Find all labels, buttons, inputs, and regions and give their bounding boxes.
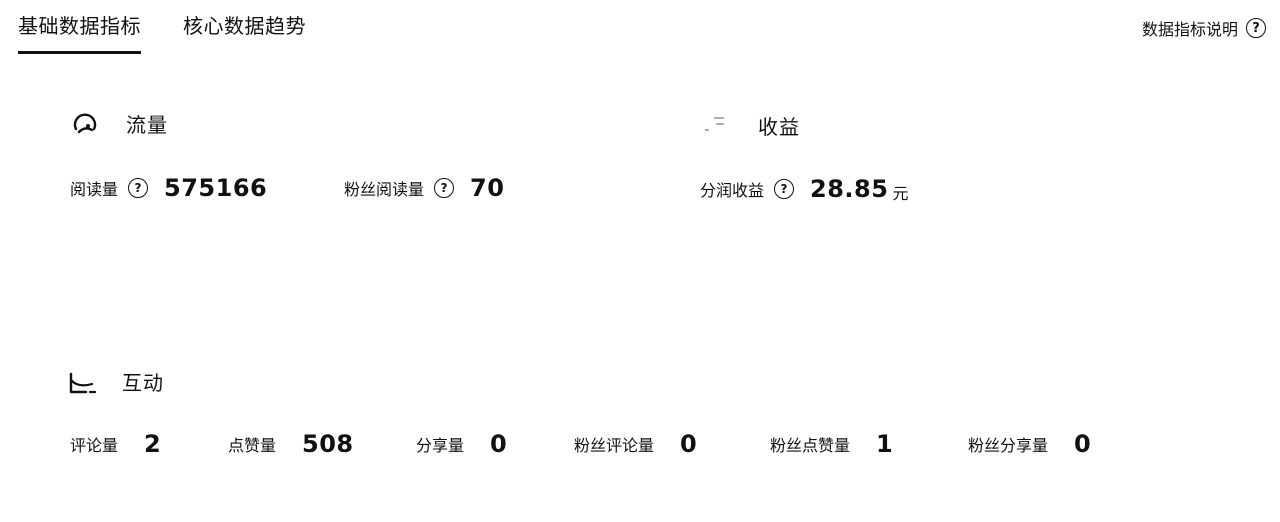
metric-label: 粉丝评论量 [574,436,655,455]
metric-value: 0 [680,430,698,458]
metric-label: 分润收益 [700,181,765,200]
metric-share-count: 分享量 0 [416,430,574,458]
data-overview-page: 基础数据指标 核心数据趋势 数据指标说明 ? 流量 阅读量 ? 575166 粉… [0,0,1280,522]
metric-label: 粉丝分享量 [968,436,1049,455]
revenue-section-header: 收益 [702,110,800,140]
metric-value: 0 [1074,430,1092,458]
metric-value: 28.85 [810,175,889,203]
metric-label: 阅读量 [70,180,119,199]
traffic-section-title: 流量 [126,112,168,137]
metric-value: 508 [302,430,354,458]
metric-comment-count: 评论量 2 [70,430,228,458]
revenue-section-title: 收益 [758,114,800,139]
metric-value: 2 [144,430,162,458]
tab-bar: 基础数据指标 核心数据趋势 [18,8,348,54]
revenue-metrics: 分润收益 ? 28.85 元 [700,174,908,204]
interaction-metrics: 评论量 2 点赞量 508 分享量 0 粉丝评论量 0 粉丝点赞量 1 粉丝分享… [70,430,1091,458]
metric-fan-share-count: 粉丝分享量 0 [968,430,1091,458]
interaction-section-header: 互动 [66,366,164,396]
tab-basic-metrics[interactable]: 基础数据指标 [18,8,141,54]
metric-fan-read-count: 粉丝阅读量 ? 70 [344,174,504,202]
tab-core-trends[interactable]: 核心数据趋势 [183,8,306,54]
traffic-section-header: 流量 [70,108,168,138]
metric-value: 1 [876,430,894,458]
metric-share-revenue: 分润收益 ? 28.85 元 [700,174,908,204]
metric-label: 粉丝点赞量 [770,436,851,455]
question-circle-icon[interactable]: ? [128,178,149,198]
interaction-section-title: 互动 [122,370,164,395]
metric-fan-comment-count: 粉丝评论量 0 [574,430,770,458]
question-circle-icon[interactable]: ? [774,179,795,199]
metric-label: 评论量 [70,436,119,455]
metric-label: 分享量 [416,436,465,455]
traffic-gauge-icon [70,108,100,138]
metric-unit: 元 [892,184,909,203]
metrics-help-link[interactable]: 数据指标说明 ? [1142,16,1266,40]
traffic-metrics: 阅读量 ? 575166 粉丝阅读量 ? 70 [70,174,504,202]
metric-value: 0 [490,430,508,458]
question-circle-icon: ? [1246,18,1266,38]
metric-label: 点赞量 [228,436,277,455]
question-circle-icon[interactable]: ? [434,178,455,198]
metric-like-count: 点赞量 508 [228,430,416,458]
metric-read-count: 阅读量 ? 575166 [70,174,344,202]
metric-label: 粉丝阅读量 [344,180,425,199]
metrics-help-label: 数据指标说明 [1141,20,1238,39]
metric-value: 575166 [164,174,268,202]
metric-value: 70 [470,174,505,202]
interaction-hand-icon [66,366,97,396]
metric-fan-like-count: 粉丝点赞量 1 [770,430,968,458]
revenue-list-icon [702,110,732,140]
